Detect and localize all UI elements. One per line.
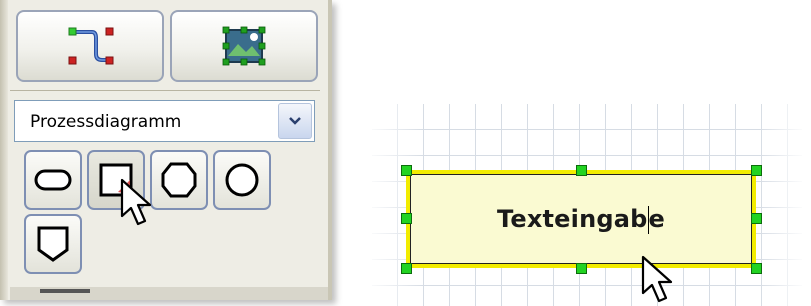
panel-divider <box>10 90 320 91</box>
textbox-text-before-caret: Texteingab <box>496 204 648 233</box>
circle-icon <box>225 163 259 197</box>
rounded-rectangle-icon <box>34 169 72 191</box>
resize-handle-top-left[interactable] <box>401 165 412 176</box>
panel-bottom-bar <box>40 289 90 293</box>
diagram-type-value: Prozessdiagramm <box>30 112 182 132</box>
pentagon-icon <box>37 226 69 262</box>
shape-offpage-button[interactable] <box>24 214 82 274</box>
octagon-icon <box>161 162 197 198</box>
textbox-text-after-caret: e <box>648 204 666 233</box>
resize-handle-middle-right[interactable] <box>751 213 762 224</box>
resize-handle-bottom-right[interactable] <box>751 263 762 274</box>
shape-terminator-button[interactable] <box>24 150 82 210</box>
panel-bottom-strip <box>10 287 328 300</box>
diagram-type-dropdown-button[interactable] <box>278 103 312 139</box>
diagram-type-select[interactable]: Prozessdiagramm <box>14 100 315 142</box>
resize-handle-bottom-left[interactable] <box>401 263 412 274</box>
resize-handle-top-right[interactable] <box>751 165 762 176</box>
shape-preparation-button[interactable] <box>150 150 208 210</box>
mouse-cursor-icon <box>641 255 673 303</box>
chevron-down-icon <box>289 117 301 125</box>
image-tool-button[interactable] <box>170 10 318 82</box>
resize-handle-middle-left[interactable] <box>401 213 412 224</box>
textbox-text[interactable]: Texteingabe <box>497 205 665 234</box>
resize-handle-top-center[interactable] <box>576 165 587 176</box>
image-frame-icon <box>222 26 266 66</box>
panel-edge <box>0 0 8 300</box>
resize-handle-bottom-center[interactable] <box>576 263 587 274</box>
connector-curve-icon <box>68 27 114 65</box>
connector-tool-button[interactable] <box>16 10 164 82</box>
process-shape-textbox[interactable]: Texteingabe <box>406 170 756 268</box>
shape-panel: Prozessdiagramm <box>0 0 332 300</box>
mouse-cursor-icon <box>120 178 152 226</box>
shape-circle-button[interactable] <box>213 150 271 210</box>
